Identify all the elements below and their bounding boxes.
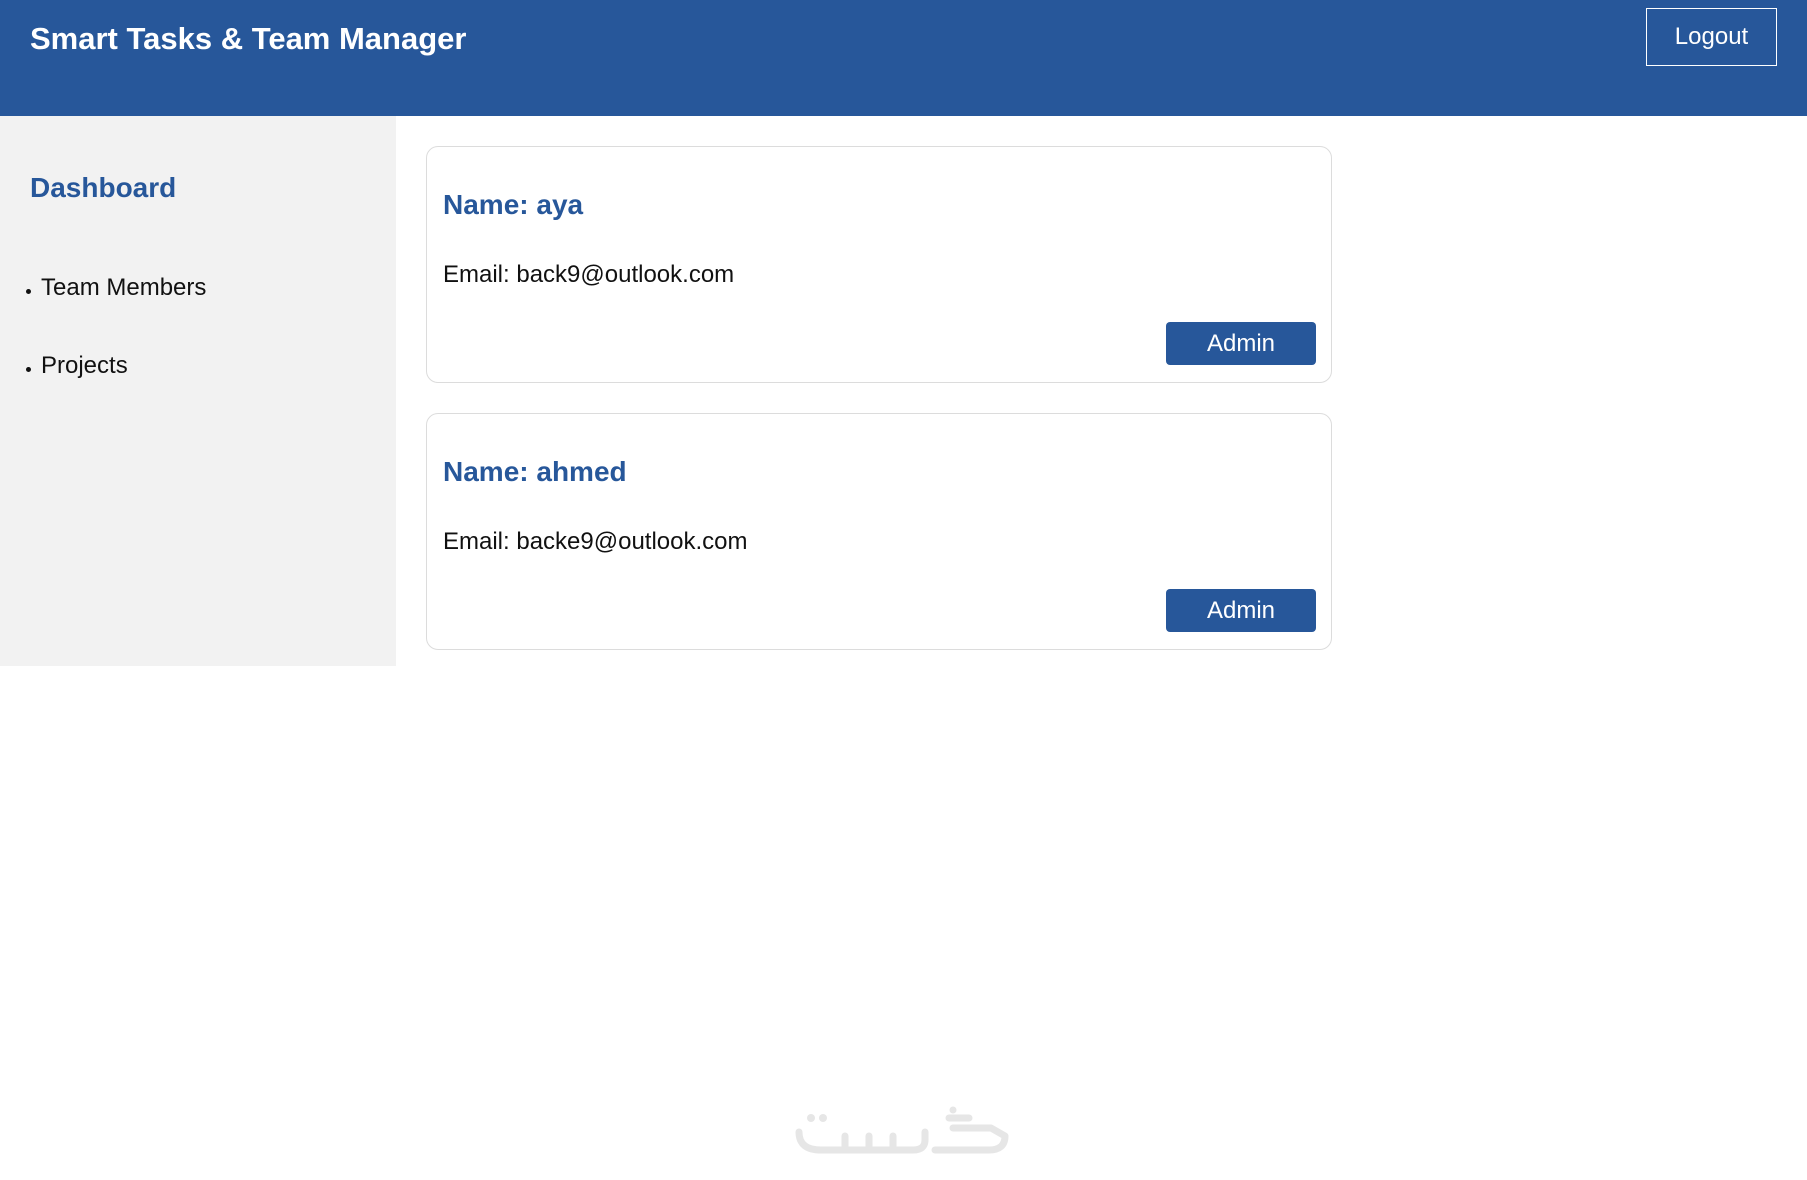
member-email: Email: back9@outlook.com (443, 261, 735, 288)
sidebar-item-team-members[interactable]: Team Members (26, 274, 206, 302)
admin-role-button[interactable]: Admin (1166, 589, 1316, 632)
khamsat-logo-icon (795, 1106, 1009, 1154)
member-email: Email: backe9@outlook.com (443, 528, 748, 555)
app-header: Smart Tasks & Team Manager Logout (0, 0, 1807, 116)
sidebar-title-dashboard[interactable]: Dashboard (30, 172, 176, 204)
sidebar: Dashboard Team Members Projects (0, 116, 396, 666)
app-title: Smart Tasks & Team Manager (30, 21, 467, 56)
bullet-icon (26, 288, 31, 294)
member-name: Name: ahmed (443, 456, 627, 487)
bullet-icon (26, 366, 31, 372)
sidebar-item-label: Projects (41, 352, 128, 379)
sidebar-item-projects[interactable]: Projects (26, 352, 128, 380)
admin-role-button[interactable]: Admin (1166, 322, 1316, 365)
logout-button[interactable]: Logout (1646, 8, 1777, 66)
member-name: Name: aya (443, 189, 584, 220)
member-card: Name: ahmed Email: backe9@outlook.com Ad… (426, 413, 1332, 650)
sidebar-item-label: Team Members (41, 274, 207, 301)
member-card: Name: aya Email: back9@outlook.com Admin (426, 146, 1332, 383)
